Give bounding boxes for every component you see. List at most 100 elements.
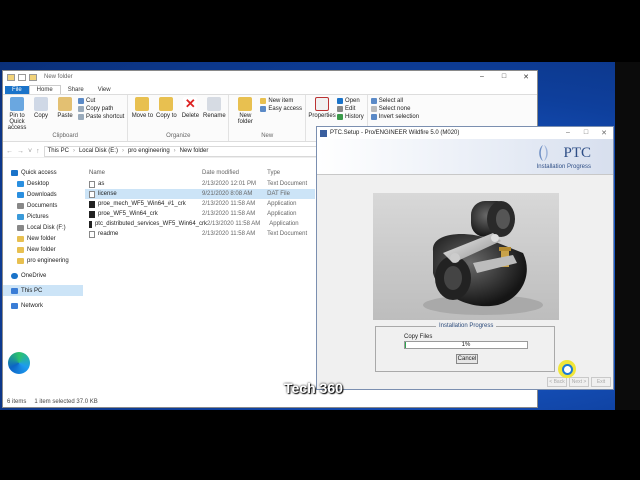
properties-icon[interactable] (18, 73, 26, 81)
close-button[interactable]: ✕ (515, 73, 537, 81)
pin-button[interactable]: Pin to Quick access (6, 97, 28, 133)
cut-icon (78, 98, 84, 104)
nav-item-new-folder[interactable]: New folder (3, 244, 83, 255)
progress-step-label: Copy Files (404, 334, 433, 340)
next-button[interactable]: Next > (569, 377, 589, 387)
nav-item-pictures[interactable]: Pictures (3, 211, 83, 222)
properties-label: Properties (308, 113, 336, 119)
nav-item-downloads[interactable]: Downloads (3, 189, 83, 200)
file-list: Name Date modified Type as 2/13/2020 12:… (85, 167, 315, 239)
easy-access-label: Easy access (268, 106, 303, 112)
select-none-button[interactable]: Select none (370, 106, 419, 112)
organize-group: Move to Copy to ✕ Delete Rename Organize (128, 95, 230, 141)
edit-button[interactable]: Edit (337, 106, 364, 112)
nav-item-pro-engineering[interactable]: pro engineering (3, 255, 83, 266)
picture-icon (17, 213, 24, 220)
delete-button[interactable]: ✕ Delete (179, 97, 201, 133)
copy-path-button[interactable]: Copy path (78, 106, 124, 112)
new-item-button[interactable]: New item (260, 98, 302, 104)
cut-button[interactable]: Cut (78, 98, 124, 104)
breadcrumb-this-pc[interactable]: This PC (48, 148, 69, 154)
maximize-button[interactable]: □ (493, 73, 515, 81)
nav-item-documents[interactable]: Documents (3, 200, 83, 211)
back-arrow-icon[interactable]: ← (6, 148, 13, 155)
wizard-navigation: < Back Next > Exit (547, 377, 611, 387)
new-folder-button[interactable]: New folder (232, 97, 258, 133)
column-type[interactable]: Type (267, 170, 315, 176)
easy-access-button[interactable]: Easy access (260, 106, 302, 112)
column-name[interactable]: Name (85, 170, 202, 176)
file-type: Application (269, 221, 299, 227)
table-row[interactable]: ptc_distributed_services_WF5_Win64_crk 2… (85, 219, 315, 229)
download-icon (17, 191, 24, 198)
maximize-button[interactable]: □ (577, 129, 595, 137)
tab-home[interactable]: Home (28, 85, 61, 94)
exit-button[interactable]: Exit (591, 377, 611, 387)
nav-item-quick-access[interactable]: Quick access (3, 167, 83, 178)
file-type: DAT File (267, 191, 290, 197)
selection-info: 1 item selected 37.0 KB (34, 399, 98, 405)
chevron-down-icon[interactable]: ˅ (28, 148, 32, 155)
history-button[interactable]: History (337, 114, 364, 120)
tab-view[interactable]: View (91, 86, 118, 94)
rename-icon (207, 97, 222, 111)
close-button[interactable]: ✕ (595, 129, 613, 137)
nav-item-network[interactable]: Network (3, 300, 83, 311)
table-row[interactable]: as 2/13/2020 12:01 PM Text Document (85, 179, 315, 189)
rename-button[interactable]: Rename (203, 97, 226, 133)
minimize-button[interactable]: – (471, 73, 493, 81)
desktop-icon-edge[interactable]: Microsoft Edge (4, 352, 34, 388)
nav-item-this-pc[interactable]: This PC (3, 285, 83, 296)
move-to-button[interactable]: Move to (131, 97, 153, 133)
nav-item-desktop[interactable]: Desktop (3, 178, 83, 189)
copy-to-button[interactable]: Copy to (155, 97, 177, 133)
setup-titlebar: PTC.Setup - Pro/ENGINEER Wildfire 5.0 (M… (317, 127, 613, 139)
file-date: 2/13/2020 11:58 AM (207, 221, 261, 227)
tab-file[interactable]: File (5, 86, 29, 94)
setup-window-title: PTC.Setup - Pro/ENGINEER Wildfire 5.0 (M… (330, 130, 460, 136)
invert-selection-button[interactable]: Invert selection (370, 114, 419, 120)
select-all-icon (370, 98, 377, 104)
breadcrumb-pro-engineering[interactable]: pro engineering (128, 148, 170, 154)
application-icon (89, 220, 92, 228)
paste-shortcut-button[interactable]: Paste shortcut (78, 114, 124, 120)
nav-label: Pictures (27, 213, 49, 220)
paste-button[interactable]: Paste (54, 97, 76, 133)
nav-item-onedrive[interactable]: OneDrive (3, 270, 83, 281)
progress-legend: Installation Progress (436, 323, 497, 329)
paste-label: Paste (57, 113, 73, 119)
select-all-button[interactable]: Select all (370, 98, 419, 104)
forward-arrow-icon[interactable]: → (17, 148, 24, 155)
breadcrumb-local-disk[interactable]: Local Disk (E:) (79, 148, 118, 154)
table-row[interactable]: license 9/21/2020 8:08 AM DAT File (85, 189, 315, 199)
text-file-icon (89, 230, 95, 238)
cloud-icon (11, 272, 18, 279)
copy-button[interactable]: Copy (30, 97, 52, 133)
breadcrumb-new-folder[interactable]: New folder (180, 148, 209, 154)
status-bar: 6 items 1 item selected 37.0 KB (7, 399, 98, 405)
table-row[interactable]: proe_WF5_Win64_crk 2/13/2020 11:58 AM Ap… (85, 209, 315, 219)
file-date: 2/13/2020 11:58 AM (202, 201, 256, 207)
cancel-button[interactable]: Cancel (456, 354, 478, 364)
new-folder-icon[interactable] (29, 73, 37, 81)
mechanical-part-image (423, 201, 543, 315)
cut-label: Cut (86, 98, 96, 104)
nav-label: Documents (27, 202, 58, 209)
nav-item-new-folder[interactable]: New folder (3, 233, 83, 244)
pin-label: Pin to Quick access (7, 113, 27, 131)
document-icon (17, 202, 24, 209)
nav-item-local-disk-f[interactable]: Local Disk (F:) (3, 222, 83, 233)
star-icon (11, 169, 18, 176)
minimize-button[interactable]: – (559, 129, 577, 137)
table-row[interactable]: readme 2/13/2020 11:58 AM Text Document (85, 229, 315, 239)
column-date[interactable]: Date modified (202, 170, 267, 176)
installation-progress-panel: Installation Progress Copy Files 1% Canc… (375, 323, 555, 372)
tab-share[interactable]: Share (61, 86, 91, 94)
back-button[interactable]: < Back (547, 377, 567, 387)
up-arrow-icon[interactable]: ↑ (36, 148, 40, 155)
table-row[interactable]: proe_mech_WF5_Win64_#1_crk 2/13/2020 11:… (85, 199, 315, 209)
edge-browser-icon (8, 352, 30, 374)
open-button[interactable]: Open (337, 98, 364, 104)
folder-icon (17, 246, 24, 253)
folder-icon (238, 97, 253, 111)
